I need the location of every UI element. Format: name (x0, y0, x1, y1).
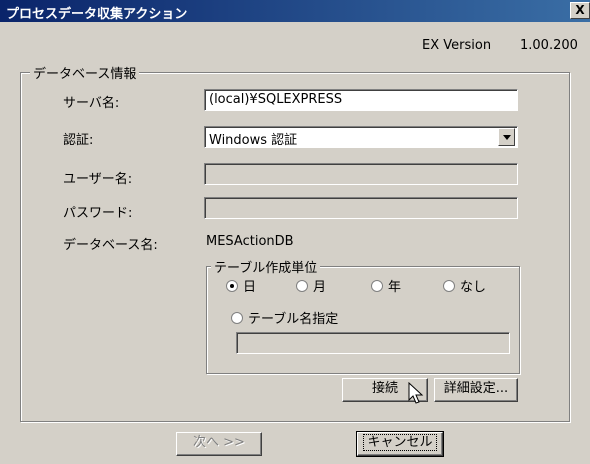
next-button[interactable]: 次へ >> (176, 432, 262, 456)
next-button-label: 次へ >> (193, 435, 245, 450)
auth-dropdown-button[interactable] (498, 128, 515, 146)
radio-custom-table-name-button[interactable] (231, 311, 243, 324)
radio-month-button[interactable] (296, 279, 308, 292)
version-edition: EX Version (422, 38, 492, 53)
custom-table-name-input[interactable] (236, 332, 510, 354)
table-unit-group-title: テーブル作成単位 (211, 257, 321, 276)
radio-none-label: なし (460, 280, 487, 295)
server-name-label: サーバ名: (63, 96, 120, 111)
username-input[interactable] (204, 163, 518, 185)
database-info-group-title: データベース情報 (30, 63, 140, 82)
auth-select[interactable]: Windows 認証 (204, 126, 518, 148)
auth-label: 認証: (63, 133, 94, 148)
advanced-settings-button-label: 詳細設定... (443, 381, 509, 396)
window-title: プロセスデータ収集アクション (6, 7, 188, 22)
mouse-pointer-icon (408, 381, 424, 410)
radio-none[interactable]: なし (443, 276, 486, 295)
radio-day-button[interactable] (226, 279, 238, 292)
radio-custom-table-name[interactable]: テーブル名指定 (231, 308, 338, 327)
radio-year-label: 年 (388, 280, 402, 295)
version-number: 1.00.200 (520, 38, 578, 53)
connect-button-label: 接続 (371, 381, 398, 396)
server-name-input[interactable]: (local)¥SQLEXPRESS (204, 89, 518, 111)
database-name-label: データベース名: (63, 238, 158, 253)
auth-select-value: Windows 認証 (209, 133, 298, 148)
chevron-down-icon (502, 134, 511, 140)
cancel-button-label: キャンセル (363, 434, 437, 451)
close-button[interactable]: X (570, 2, 590, 19)
radio-month-label: 月 (313, 280, 327, 295)
cancel-button[interactable]: キャンセル (356, 431, 444, 457)
radio-year[interactable]: 年 (371, 276, 401, 295)
radio-month[interactable]: 月 (296, 276, 326, 295)
radio-year-button[interactable] (371, 279, 383, 292)
username-label: ユーザー名: (63, 172, 133, 187)
radio-day[interactable]: 日 (226, 276, 256, 295)
password-label: パスワード: (63, 206, 133, 221)
advanced-settings-button[interactable]: 詳細設定... (434, 378, 518, 402)
radio-custom-table-name-label: テーブル名指定 (248, 312, 339, 327)
database-name-value: MESActionDB (206, 234, 294, 249)
radio-day-label: 日 (243, 280, 257, 295)
radio-none-button[interactable] (443, 279, 455, 292)
password-input[interactable] (204, 197, 518, 219)
